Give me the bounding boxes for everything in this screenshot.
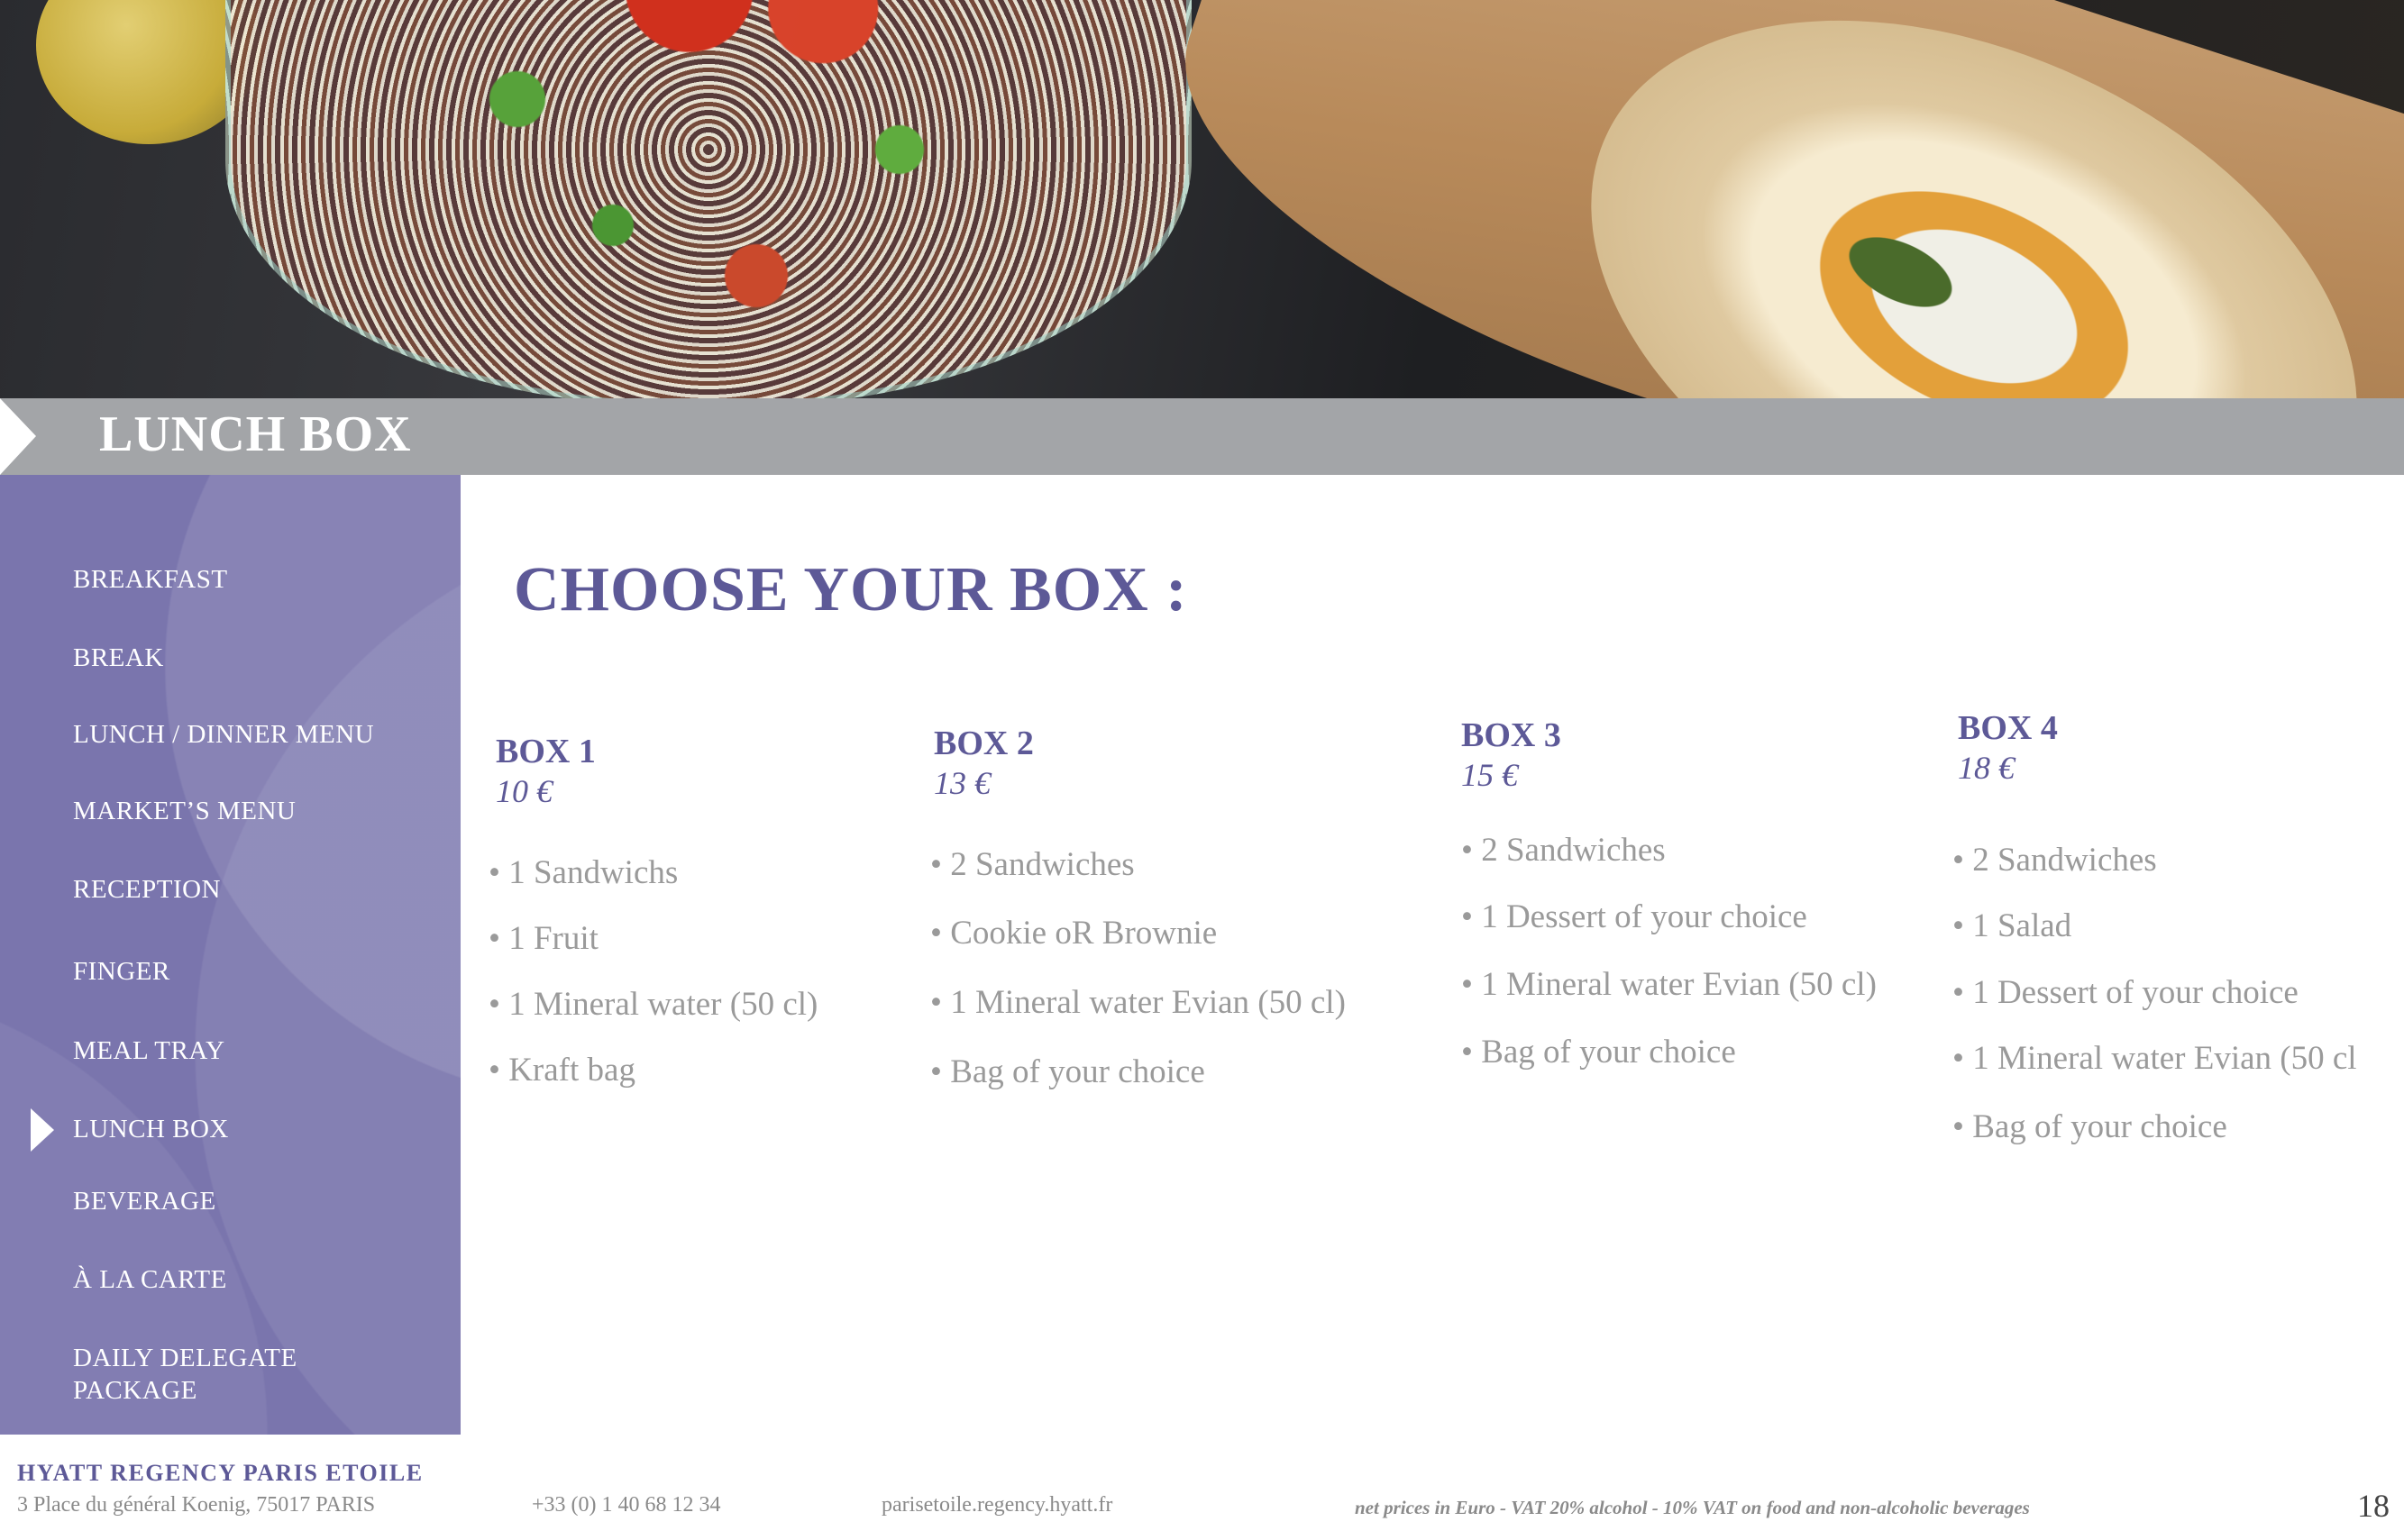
sidebar-item-finger[interactable]: FINGER [73,955,170,988]
box-price: 18 € [1958,750,2015,786]
footer-phone: +33 (0) 1 40 68 12 34 [532,1493,721,1517]
box-name: BOX 2 [934,724,1034,762]
box-card-2: BOX 2 13 € • 2 Sandwiches • Cookie oR Br… [930,724,1439,1090]
list-item: • 1 Mineral water Evian (50 cl [1952,1040,2357,1077]
list-item: • 1 Mineral water Evian (50 cl) [1461,966,1877,1003]
sidebar-item-a-la-carte[interactable]: À LA CARTE [73,1263,227,1296]
box-name: BOX 4 [1958,709,2058,747]
sidebar-nav: BREAKFAST BREAK LUNCH / DINNER MENU MARK… [0,475,461,1435]
title-notch-icon [0,398,36,475]
list-item: • Cookie oR Brownie [930,915,1218,952]
box-name: BOX 1 [496,733,596,770]
hero-food-photo [0,0,2404,398]
footer-hotel-name: HYATT REGENCY PARIS ETOILE [17,1460,424,1486]
title-bar: LUNCH BOX [0,398,2404,475]
list-item: • 1 Sandwichs [489,854,679,891]
sidebar-item-breakfast[interactable]: BREAKFAST [73,563,228,596]
list-item: • 1 Dessert of your choice [1461,898,1807,935]
list-item: • 2 Sandwiches [1952,842,2157,879]
list-item: • Kraft bag [489,1052,635,1089]
list-item: • 1 Mineral water (50 cl) [489,986,818,1023]
box-card-4: BOX 4 18 € • 2 Sandwiches • 1 Salad • 1 … [1952,708,2390,1145]
footer-price-note: net prices in Euro - VAT 20% alcohol - 1… [1355,1497,2030,1518]
footer-address: 3 Place du général Koenig, 75017 PARIS [17,1493,376,1517]
sidebar-item-daily-delegate-package[interactable]: DAILY DELEGATE PACKAGE [73,1342,297,1407]
list-item: • 2 Sandwiches [1461,832,1666,869]
sidebar-item-markets-menu[interactable]: MARKET’S MENU [73,795,296,827]
list-item: • 1 Salad [1952,907,2072,944]
list-item: • Bag of your choice [1461,1034,1736,1071]
list-item: • 2 Sandwiches [930,846,1135,883]
box-card-1: BOX 1 10 € • 1 Sandwichs • 1 Fruit • 1 M… [489,732,892,1089]
list-item: • 1 Fruit [489,920,599,957]
page-title: LUNCH BOX [99,406,412,462]
page-number: 18 [2357,1488,2390,1524]
sidebar-item-beverage[interactable]: BEVERAGE [73,1185,216,1217]
sidebar-item-meal-tray[interactable]: MEAL TRAY [73,1034,225,1067]
list-item: • Bag of your choice [1952,1108,2227,1145]
active-arrow-icon [31,1108,54,1152]
box-card-3: BOX 3 15 € • 2 Sandwiches • 1 Dessert of… [1461,715,1930,1071]
footer-website[interactable]: parisetoile.regency.hyatt.fr [882,1493,1112,1517]
sidebar-item-lunch-box[interactable]: LUNCH BOX [73,1113,229,1145]
box-price: 13 € [934,765,991,801]
sidebar-item-reception[interactable]: RECEPTION [73,873,221,906]
list-item: • 1 Mineral water Evian (50 cl) [930,984,1346,1021]
list-item: • 1 Dessert of your choice [1952,974,2299,1011]
section-heading: CHOOSE YOUR BOX : [514,555,1188,624]
list-item: • Bag of your choice [930,1053,1205,1090]
box-price: 10 € [496,773,553,809]
box-name: BOX 3 [1461,716,1561,754]
sidebar-item-lunch-dinner-menu[interactable]: LUNCH / DINNER MENU [73,718,374,751]
box-price: 15 € [1461,757,1518,793]
sidebar-item-break[interactable]: BREAK [73,642,164,674]
salad-glass-shape [225,0,1192,398]
